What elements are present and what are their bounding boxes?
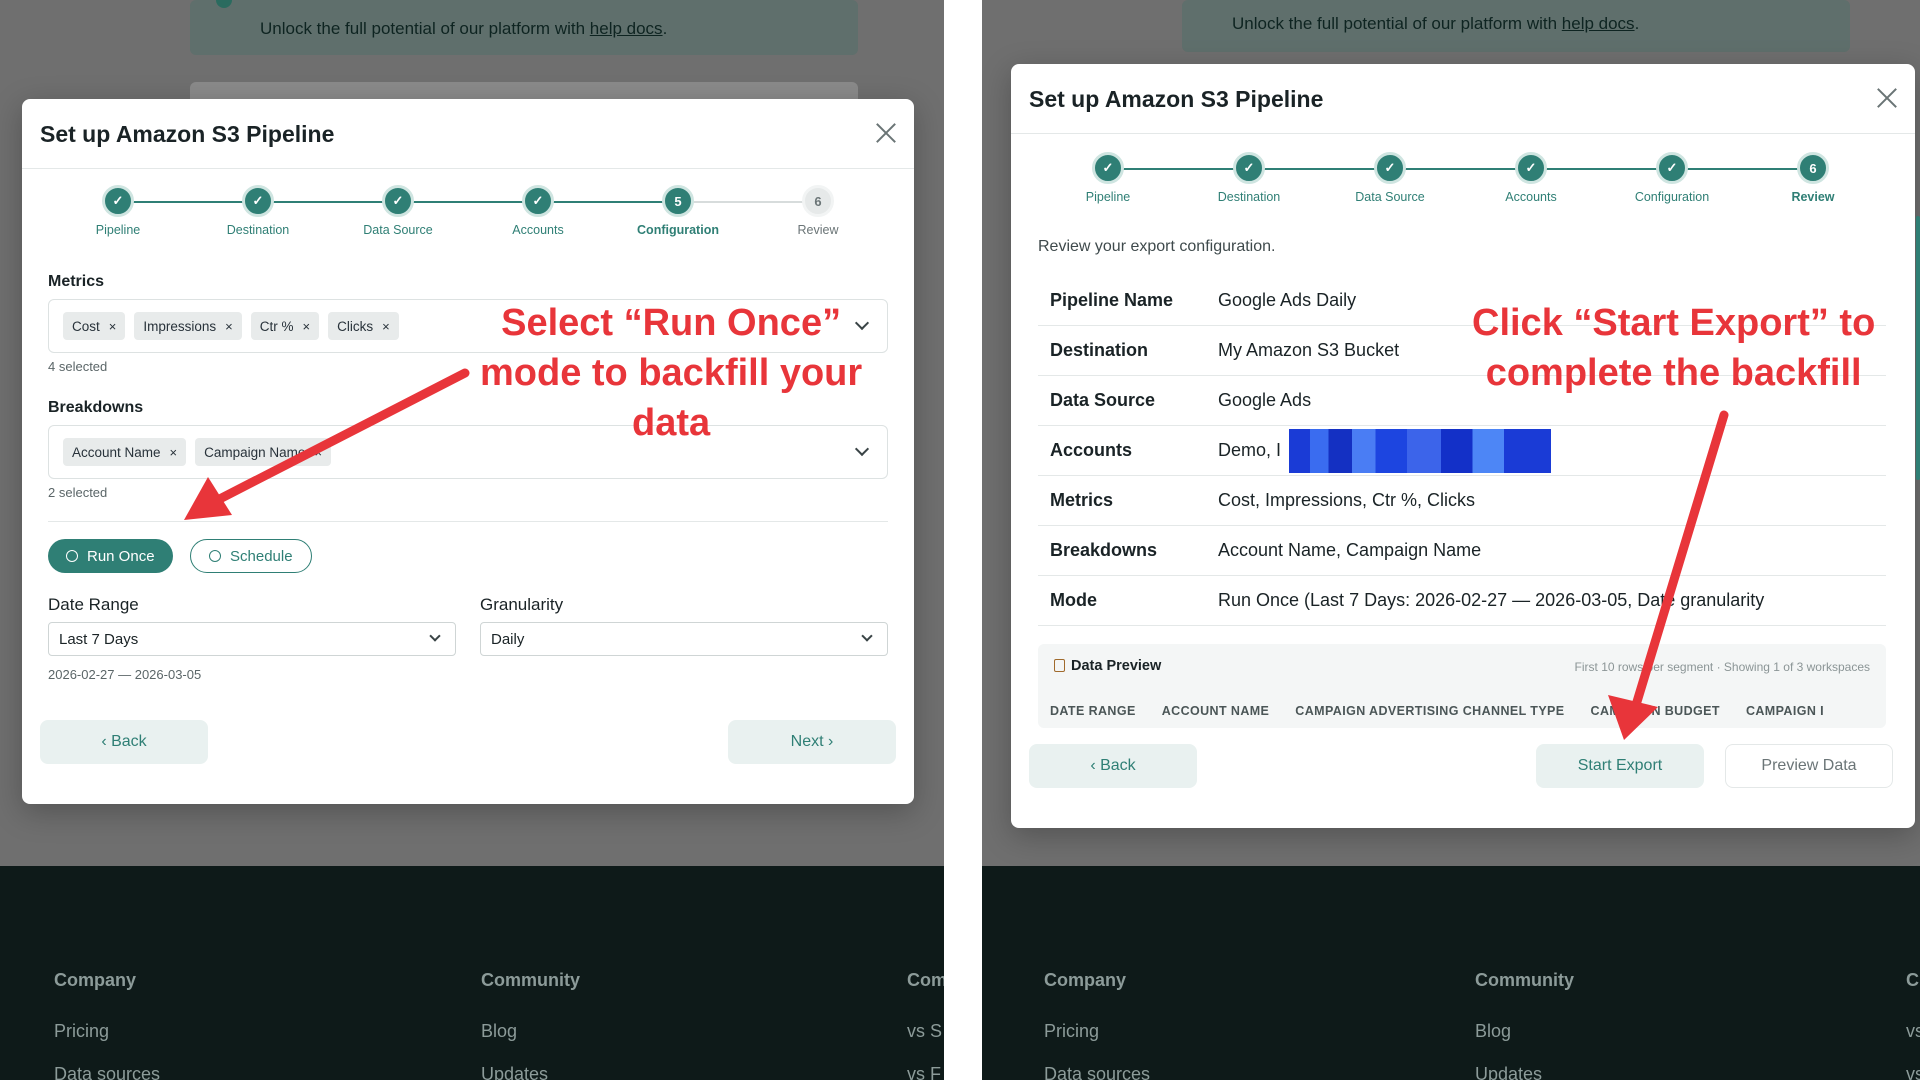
step-pipeline[interactable]: ✓ Pipeline <box>1038 148 1178 204</box>
preview-data-button[interactable]: Preview Data <box>1725 744 1893 788</box>
schedule-button[interactable]: Schedule <box>190 539 312 573</box>
footer-col-compare: C vs vs <box>1906 970 1920 1080</box>
footer-col-company: Company Pricing Data sources <box>1044 970 1150 1080</box>
run-once-button[interactable]: Run Once <box>48 539 173 573</box>
step-configuration[interactable]: 5 Configuration <box>608 181 748 237</box>
help-banner: Unlock the full potential of our platfor… <box>190 0 858 55</box>
chip-cost: Cost × <box>63 312 126 340</box>
metrics-chips: Cost × Impressions × Ctr % × Clicks × <box>63 312 399 340</box>
step-accounts[interactable]: ✓ Accounts <box>1461 148 1601 204</box>
step-destination[interactable]: ✓ Destination <box>1179 148 1319 204</box>
review-row-metrics: Metrics Cost, Impressions, Ctr %, Clicks <box>1038 476 1886 526</box>
modal-header: Set up Amazon S3 Pipeline <box>22 99 914 169</box>
granularity-select[interactable]: Daily <box>480 622 888 656</box>
footer: Company Pricing Data sources Community B… <box>982 866 1920 1080</box>
start-export-button[interactable]: Start Export <box>1536 744 1704 788</box>
remove-icon[interactable]: × <box>382 319 390 334</box>
next-button[interactable]: Next › <box>728 720 896 764</box>
date-range-select[interactable]: Last 7 Days <box>48 622 456 656</box>
annotation-right: Click “Start Export” to complete the bac… <box>1472 302 1876 394</box>
modal-title: Set up Amazon S3 Pipeline <box>1029 86 1324 112</box>
modal-header: Set up Amazon S3 Pipeline <box>1011 64 1915 134</box>
data-preview-title: Data Preview <box>1054 658 1161 674</box>
breakdowns-label: Breakdowns <box>48 399 144 416</box>
remove-icon[interactable]: × <box>109 319 117 334</box>
clipboard-icon <box>1054 659 1065 672</box>
gutter <box>944 0 982 1080</box>
chip-account-name: Account Name × <box>63 438 187 466</box>
modal-title: Set up Amazon S3 Pipeline <box>40 121 335 147</box>
close-icon[interactable] <box>872 119 900 147</box>
footer-link-data-sources[interactable]: Data sources <box>1044 1064 1150 1080</box>
step-data-source[interactable]: ✓ Data Source <box>1320 148 1460 204</box>
footer-col-company: Company Pricing Data sources <box>54 970 160 1080</box>
metrics-label: Metrics <box>48 273 105 290</box>
footer-link-blog[interactable]: Blog <box>1475 1021 1574 1042</box>
footer-link-data-sources[interactable]: Data sources <box>54 1064 160 1080</box>
step-review[interactable]: 6 Review <box>748 181 888 237</box>
back-button[interactable]: ‹ Back <box>1029 744 1197 788</box>
footer-link-pricing[interactable]: Pricing <box>54 1021 160 1042</box>
pipeline-modal: Set up Amazon S3 Pipeline ✓ Pipeline ✓ Des… <box>1011 64 1915 828</box>
step-accounts[interactable]: ✓ Accounts <box>468 181 608 237</box>
help-docs-link[interactable]: help docs <box>1562 14 1635 33</box>
step-destination[interactable]: ✓ Destination <box>188 181 328 237</box>
step-configuration[interactable]: ✓ Configuration <box>1602 148 1742 204</box>
footer-col-community: Community Blog Updates <box>481 970 580 1080</box>
close-icon[interactable] <box>1873 84 1901 112</box>
column-header: CAMPAIGN ADVERTISING CHANNEL TYPE <box>1295 704 1565 718</box>
footer-link-vs-2[interactable]: vs <box>1906 1064 1920 1080</box>
footer-link-updates[interactable]: Updates <box>481 1064 580 1080</box>
remove-icon[interactable]: × <box>302 319 310 334</box>
column-header: DATE RANGE <box>1050 704 1136 718</box>
scrollbar[interactable] <box>1916 216 1920 480</box>
footer: Company Pricing Data sources Community B… <box>0 866 944 1080</box>
footer-col-community: Community Blog Updates <box>1475 970 1574 1080</box>
help-banner: Unlock the full potential of our platfor… <box>1182 0 1850 52</box>
lightbulb-icon <box>216 0 232 8</box>
stepper: ✓ Pipeline ✓ Destination ✓ Data Source ✓ Acc… <box>1011 148 1915 218</box>
cloud-icon <box>66 550 78 562</box>
step-data-source[interactable]: ✓ Data Source <box>328 181 468 237</box>
footer-link-vs-1[interactable]: vs <box>1906 1021 1920 1042</box>
date-range-label: Date Range <box>48 595 139 614</box>
date-range-note: 2026-02-27 — 2026-03-05 <box>48 667 202 682</box>
back-button[interactable]: ‹ Back <box>40 720 208 764</box>
footer-col-compare: Com vs S vs F <box>907 970 944 1080</box>
help-docs-link[interactable]: help docs <box>590 19 663 38</box>
annotation-left: Select “Run Once” mode to backfill your … <box>480 302 863 444</box>
annotation-arrow-right <box>1608 410 1729 740</box>
chevron-down-icon <box>429 630 441 642</box>
column-header: CAMPAIGN I <box>1745 704 1825 718</box>
footer-link-pricing[interactable]: Pricing <box>1044 1021 1150 1042</box>
footer-link-vs-2[interactable]: vs F <box>907 1064 944 1080</box>
review-row-breakdowns: Breakdowns Account Name, Campaign Name <box>1038 526 1886 576</box>
chevron-down-icon <box>861 630 873 642</box>
review-row-accounts: Accounts Demo, I <box>1038 426 1886 476</box>
annotation-arrow-left <box>184 368 470 520</box>
redacted-block <box>1289 428 1552 473</box>
data-preview: Data Preview First 10 rows per segment ·… <box>1038 644 1886 728</box>
column-header: ACCOUNT NAME <box>1161 704 1270 718</box>
footer-link-vs-1[interactable]: vs S <box>907 1021 944 1042</box>
help-text: Unlock the full potential of our platfor… <box>260 19 668 38</box>
help-text: Unlock the full potential of our platfor… <box>1232 14 1640 33</box>
metrics-count: 4 selected <box>48 359 108 374</box>
footer-link-blog[interactable]: Blog <box>481 1021 580 1042</box>
stepper: ✓ Pipeline ✓ Destination ✓ Data Source ✓ Acc… <box>22 181 914 251</box>
granularity-label: Granularity <box>480 595 564 614</box>
left-screenshot: Unlock the full potential of our platfor… <box>0 0 944 1080</box>
step-pipeline[interactable]: ✓ Pipeline <box>48 181 188 237</box>
step-review[interactable]: 6 Review <box>1743 148 1883 204</box>
clock-icon <box>209 550 221 562</box>
remove-icon[interactable]: × <box>225 319 233 334</box>
chip-clicks: Clicks × <box>328 312 399 340</box>
chip-ctr: Ctr % × <box>250 312 320 340</box>
review-row-mode: Mode Run Once (Last 7 Days: 2026-02-27 — … <box>1038 576 1886 626</box>
review-intro: Review your export configuration. <box>1038 238 1276 255</box>
footer-link-updates[interactable]: Updates <box>1475 1064 1574 1080</box>
chip-impressions: Impressions × <box>134 312 242 340</box>
breakdowns-count: 2 selected <box>48 485 108 500</box>
right-screenshot: Unlock the full potential of our platfor… <box>982 0 1920 1080</box>
